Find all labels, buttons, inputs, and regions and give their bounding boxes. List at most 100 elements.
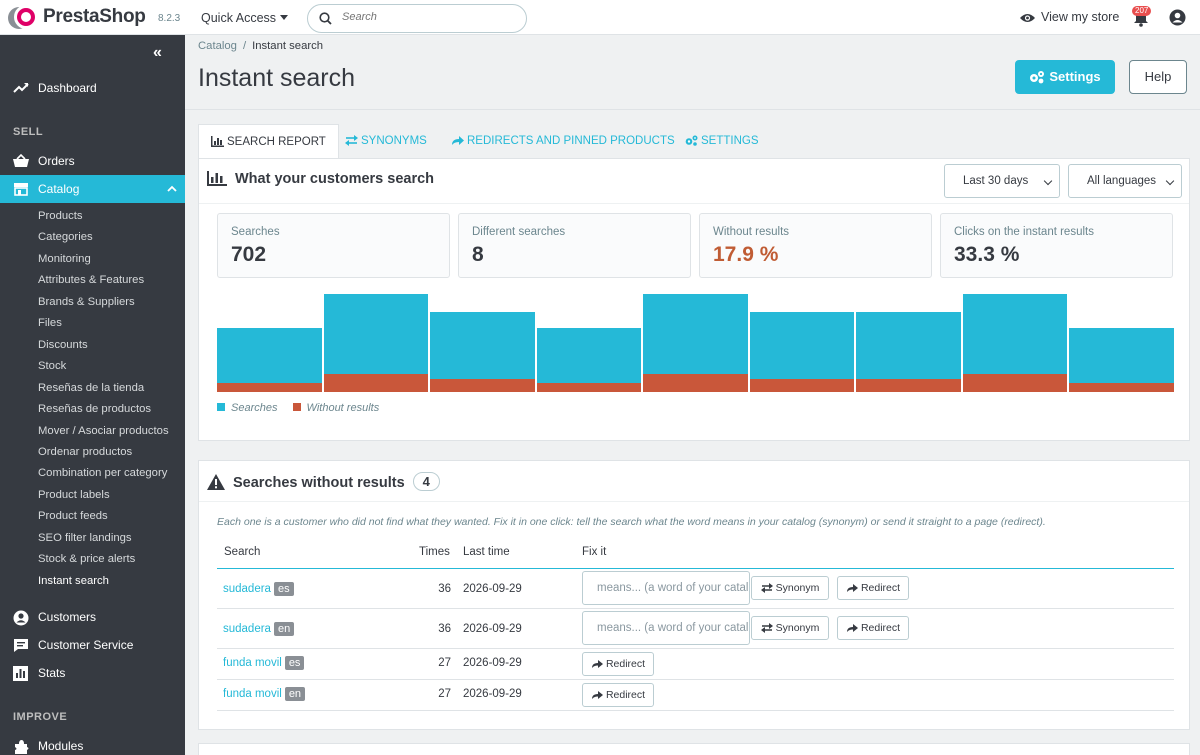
legend-label: Without results [306, 402, 380, 414]
report-title: What your customers search [207, 171, 434, 187]
sidebar-subitem[interactable]: Stock [0, 356, 185, 377]
top-bar: PrestaShop 8.2.3 Quick Access View my st… [0, 0, 1200, 35]
synonym-button[interactable]: Synonym [751, 576, 829, 600]
redirect-button[interactable]: Redirect [837, 576, 909, 600]
search-term-link[interactable]: funda movil es [223, 656, 305, 670]
chart-bar[interactable] [536, 328, 642, 392]
help-button[interactable]: Help [1129, 60, 1187, 94]
share-arrow-icon [452, 136, 464, 145]
chart-legend: Searches Without results [217, 402, 391, 414]
settings-button[interactable]: Settings [1015, 60, 1115, 94]
sidebar-subitem[interactable]: Monitoring [0, 249, 185, 270]
sidebar-subitem[interactable]: Mover / Asociar productos [0, 421, 185, 442]
sidebar-subitem[interactable]: Stock & price alerts [0, 549, 185, 570]
sidebar-item-customers[interactable]: Customers [0, 603, 185, 631]
user-account-icon[interactable] [1169, 9, 1186, 26]
legend-searches: Searches [217, 402, 277, 414]
redirect-button[interactable]: Redirect [582, 652, 654, 676]
sidebar-subitem[interactable]: SEO filter landings [0, 528, 185, 549]
sidebar-item-label: Dashboard [38, 81, 97, 95]
search-term-link[interactable]: funda movil en [223, 687, 306, 701]
sidebar-section-sell: SELL [13, 126, 44, 138]
last-time-value: 2026-09-29 [463, 583, 522, 595]
search-term-link[interactable]: sudadera en [223, 622, 295, 636]
synonym-button[interactable]: Synonym [751, 616, 829, 640]
view-store-link[interactable]: View my store [1019, 10, 1119, 24]
sidebar-item-modules[interactable]: Modules [0, 732, 185, 755]
collapse-sidebar-icon[interactable]: « [153, 44, 162, 62]
column-header-search: Search [224, 546, 261, 558]
bar-chart-icon [13, 666, 28, 681]
exchange-icon [760, 623, 773, 633]
puzzle-icon [15, 740, 29, 754]
synonym-input[interactable] [582, 571, 750, 605]
tab-search-report[interactable]: SEARCH REPORT [198, 124, 339, 159]
chevron-down-icon [1165, 176, 1175, 186]
prestashop-logo-icon[interactable] [8, 5, 38, 31]
tab-settings[interactable]: SETTINGS [685, 124, 759, 159]
sidebar-item-stats[interactable]: Stats [0, 659, 185, 687]
sidebar-item-catalog[interactable]: Catalog [0, 175, 185, 203]
tab-synonyms[interactable]: SYNONYMS [345, 124, 427, 159]
chart-bar[interactable] [643, 294, 748, 392]
chart-bar[interactable] [856, 312, 961, 392]
header-search[interactable] [307, 4, 527, 33]
noresults-title-text: Searches without results [233, 475, 405, 491]
breadcrumb-catalog[interactable]: Catalog [198, 40, 237, 52]
breadcrumb-separator: / [242, 40, 247, 52]
sidebar-subitem[interactable]: Files [0, 313, 185, 334]
sidebar-subitem[interactable]: Instant search [0, 571, 185, 592]
chart-bar[interactable] [217, 328, 322, 392]
kpi-value: 33.3 % [954, 243, 1020, 266]
kpi-label: Searches [231, 226, 280, 238]
language-badge: en [273, 622, 295, 636]
period-select[interactable]: Last 30 days [944, 164, 1060, 198]
page-title: Instant search [198, 64, 356, 92]
search-input[interactable] [342, 11, 512, 23]
chart-bar[interactable] [323, 294, 429, 392]
sidebar-subitem[interactable]: Reseñas de la tienda [0, 378, 185, 399]
sidebar-subitem[interactable]: Attributes & Features [0, 270, 185, 291]
kpi-label: Different searches [472, 226, 566, 238]
sidebar-subitem[interactable]: Brands & Suppliers [0, 292, 185, 313]
sidebar-subitem[interactable]: Combination per category [0, 463, 185, 484]
kpi-label: Without results [713, 226, 790, 238]
caret-down-icon [280, 15, 289, 20]
sidebar-subitem[interactable]: Products [0, 206, 185, 227]
chart-bar[interactable] [1069, 328, 1174, 392]
search-term-link[interactable]: sudadera es [223, 582, 294, 596]
sidebar-subitem[interactable]: Categories [0, 227, 185, 248]
chart-bar[interactable] [962, 294, 1068, 392]
chart-bar[interactable] [749, 312, 855, 392]
language-select[interactable]: All languages [1068, 164, 1182, 198]
synonym-input[interactable] [582, 611, 750, 645]
sidebar-subitem[interactable]: Product feeds [0, 506, 185, 527]
times-value: 36 [438, 583, 451, 595]
sidebar-item-dashboard[interactable]: Dashboard [0, 74, 185, 102]
sidebar-subitem[interactable]: Product labels [0, 485, 185, 506]
sidebar-item-customer-service[interactable]: Customer Service [0, 631, 185, 659]
kpi-searches: Searches 702 [217, 213, 450, 278]
sidebar-item-orders[interactable]: Orders [0, 147, 185, 175]
breadcrumb-current: Instant search [252, 40, 324, 52]
sidebar-subitem[interactable]: Ordenar productos [0, 442, 185, 463]
logo-text[interactable]: PrestaShop [43, 6, 146, 28]
tab-redirects[interactable]: REDIRECTS AND PINNED PRODUCTS [451, 124, 675, 159]
noresults-title: Searches without results 4 [207, 472, 440, 491]
quick-access-dropdown[interactable]: Quick Access [201, 11, 289, 25]
column-header-times: Times [419, 546, 450, 558]
panel-divider [199, 203, 1189, 204]
gears-icon [685, 135, 698, 146]
chat-icon [14, 639, 28, 652]
column-header-fix-it: Fix it [582, 546, 607, 558]
header-divider [185, 109, 1200, 110]
redirect-button-label: Redirect [860, 582, 901, 594]
redirect-button[interactable]: Redirect [582, 683, 654, 707]
bar-chart-icon [211, 136, 224, 147]
search-term: sudadera [223, 583, 271, 595]
redirect-button[interactable]: Redirect [837, 616, 909, 640]
chart-bar[interactable] [430, 312, 535, 392]
sidebar-subitem[interactable]: Reseñas de productos [0, 399, 185, 420]
sidebar-subitem[interactable]: Discounts [0, 335, 185, 356]
table-row: sudaderaen 36 2026-09-29 Synonym Redirec… [217, 609, 1174, 649]
